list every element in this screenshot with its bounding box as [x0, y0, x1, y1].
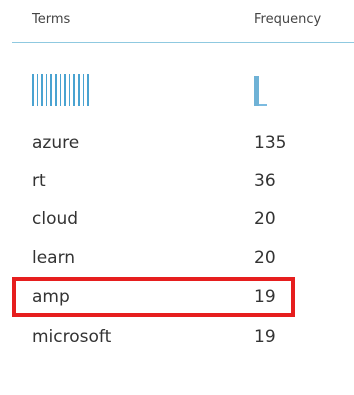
term-cell: cloud — [32, 209, 79, 229]
table-row[interactable]: learn 20 — [0, 240, 354, 278]
term-bar — [50, 74, 52, 106]
term-cell: microsoft — [32, 327, 112, 347]
table-row[interactable]: microsoft 19 — [0, 319, 354, 357]
term-bar — [82, 74, 85, 106]
table-header: Terms Frequency — [0, 0, 354, 40]
term-bar — [45, 74, 48, 106]
term-cell: learn — [32, 248, 76, 268]
terms-column-header[interactable]: Terms — [32, 12, 70, 27]
term-bar — [87, 74, 89, 106]
header-divider — [12, 42, 354, 43]
table-row[interactable]: cloud 20 — [0, 201, 354, 239]
frequency-histogram-icon — [254, 76, 268, 106]
term-bar — [73, 74, 75, 106]
frequency-cell: 36 — [254, 171, 276, 191]
term-bar — [68, 74, 71, 106]
frequency-column-header[interactable]: Frequency — [254, 12, 321, 27]
table-row[interactable]: rt 36 — [0, 163, 354, 201]
term-distribution-bars-icon — [32, 74, 92, 106]
frequency-bar — [254, 76, 259, 106]
term-bar — [64, 74, 66, 106]
term-bar — [54, 74, 57, 106]
term-bar — [77, 74, 80, 106]
frequency-cell: 19 — [254, 327, 276, 347]
frequency-cell: 20 — [254, 248, 276, 268]
term-cell: rt — [32, 171, 46, 191]
frequency-cell: 20 — [254, 209, 276, 229]
term-bar — [36, 74, 39, 106]
frequency-bar — [259, 104, 267, 106]
highlight-box — [12, 277, 295, 317]
table-row[interactable]: azure 135 — [0, 125, 354, 163]
term-bar — [59, 74, 62, 106]
frequency-cell: 135 — [254, 133, 287, 153]
term-cell: azure — [32, 133, 80, 153]
term-bar — [32, 74, 34, 106]
term-bar — [41, 74, 43, 106]
